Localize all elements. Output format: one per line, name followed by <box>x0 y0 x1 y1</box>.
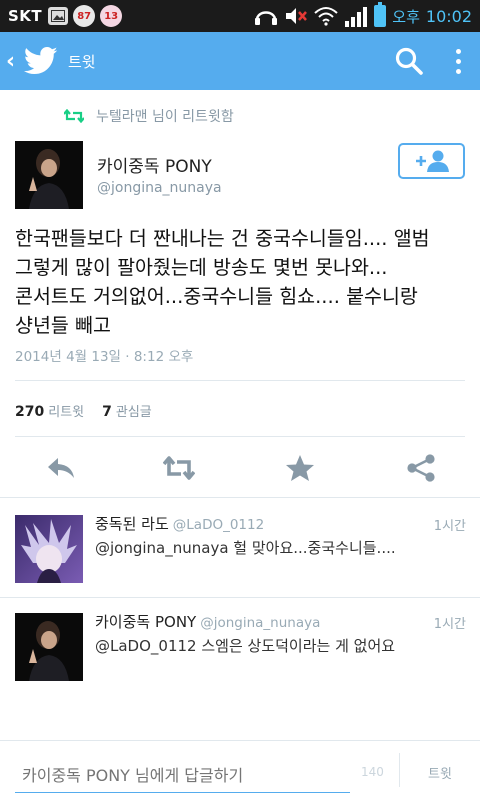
reply-time: 1시간 <box>433 519 466 534</box>
reply-author[interactable]: 중독된 라도 @LaDO_0112 <box>95 513 264 534</box>
page-title: 트윗 <box>68 52 96 71</box>
reply-text: @LaDO_0112 스엠은 상도덕이라는 게 없어요 <box>95 637 396 655</box>
compose-separator <box>399 753 400 787</box>
gallery-notification-icon <box>48 7 69 25</box>
divider <box>15 380 465 381</box>
headset-icon <box>255 11 278 25</box>
overflow-menu-icon[interactable] <box>454 48 462 74</box>
reply-compose-bar: 140 트윗 <box>0 740 480 800</box>
retweet-count-label[interactable]: 리트윗 <box>48 401 84 420</box>
retweet-count[interactable]: 270 <box>15 404 44 420</box>
wifi-icon <box>314 7 338 26</box>
app-badge-icon: 87 <box>73 5 96 27</box>
search-icon[interactable] <box>394 46 424 76</box>
clock-ampm: 오후 <box>392 7 420 26</box>
reply-author[interactable]: 카이중독 PONY @jongina_nunaya <box>95 611 320 632</box>
carrier-label: SKT <box>8 7 43 25</box>
mute-icon <box>286 8 308 24</box>
tweet-action-bar <box>0 448 480 488</box>
twitter-bird-icon[interactable] <box>24 46 58 76</box>
tweet-text: 한국팬들보다 더 짠내나는 건 중국수니들임.... 앨범 그렇게 많이 팔아줬… <box>15 224 470 340</box>
share-icon[interactable] <box>405 454 437 482</box>
send-tweet-button[interactable]: 트윗 <box>428 763 452 782</box>
reply-item[interactable]: 카이중독 PONY @jongina_nunaya 1시간 @LaDO_0112 … <box>0 597 480 707</box>
author-name[interactable]: 카이중독 PONY <box>97 152 212 177</box>
reply-icon[interactable] <box>45 454 77 482</box>
author-avatar[interactable] <box>15 141 83 209</box>
back-chevron-icon[interactable]: ‹ <box>6 49 20 74</box>
char-count: 140 <box>361 765 384 779</box>
tweet-text-line: 한국팬들보다 더 짠내나는 건 중국수니들임.... 앨범 <box>15 227 430 250</box>
reply-avatar[interactable] <box>15 613 83 681</box>
clock-time: 10:02 <box>425 6 472 26</box>
favorite-count[interactable]: 7 <box>102 404 112 420</box>
add-user-icon <box>415 150 449 172</box>
notification-icons: 87 13 <box>48 5 123 27</box>
reply-author-name[interactable]: 카이중독 PONY <box>95 613 196 631</box>
star-icon[interactable] <box>284 454 316 482</box>
reply-author-handle[interactable]: @jongina_nunaya <box>200 615 320 631</box>
reply-input[interactable] <box>15 759 350 793</box>
retweet-small-icon <box>64 109 84 123</box>
tweet-text-line: 그렇게 많이 팔아줬는데 방송도 몇번 못나와... <box>15 256 388 279</box>
retweet-context: 누텔라맨 님이 리트윗함 <box>64 106 234 126</box>
reply-item[interactable]: 중독된 라도 @LaDO_0112 1시간 @jongina_nunaya 헐 맞… <box>0 497 480 597</box>
status-bar: SKT 87 13 오후 10:02 <box>0 0 480 32</box>
tweet-text-line: 샹년들 빼고 <box>15 314 111 337</box>
reply-time: 1시간 <box>433 617 466 632</box>
tweet-timestamp: 2014년 4월 13일 · 8:12 오후 <box>15 349 194 365</box>
author-handle[interactable]: @jongina_nunaya <box>97 180 222 196</box>
tweet-text-line: 콘서트도 거의없어...중국수니들 힘쇼.... 붙수니랑 <box>15 285 418 308</box>
battery-icon <box>374 2 387 27</box>
signal-icon <box>345 7 368 27</box>
retweet-icon[interactable] <box>163 454 195 482</box>
favorite-count-label[interactable]: 관심글 <box>116 401 152 420</box>
tweet-stats: 270 리트윗 7 관심글 <box>15 401 152 420</box>
reply-avatar[interactable] <box>15 515 83 583</box>
retweet-context-label: 누텔라맨 님이 리트윗함 <box>96 109 234 125</box>
app-header: ‹ 트윗 <box>0 32 480 90</box>
follow-button[interactable] <box>398 143 465 179</box>
reply-text: @jongina_nunaya 헐 맞아요...중국수니들.... <box>95 539 396 557</box>
app-badge-icon-2: 13 <box>100 5 123 27</box>
reply-author-name[interactable]: 중독된 라도 <box>95 515 169 533</box>
divider <box>15 436 465 437</box>
reply-author-handle[interactable]: @LaDO_0112 <box>173 517 264 533</box>
